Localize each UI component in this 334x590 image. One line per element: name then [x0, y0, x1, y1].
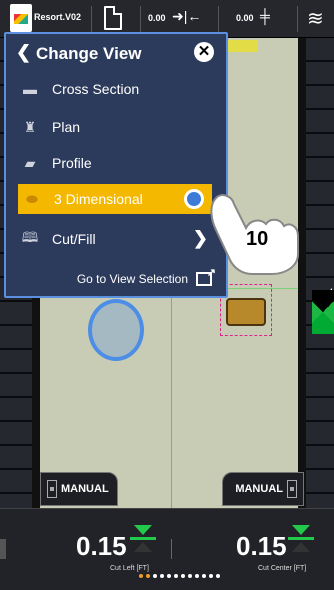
plan-icon: ♜: [23, 118, 37, 135]
manual-left-button[interactable]: MANUAL: [40, 472, 118, 506]
3d-icon: ⬬: [26, 190, 38, 207]
menu-item-cross-section[interactable]: ▬ Cross Section: [16, 74, 222, 104]
manual-right-label: MANUAL: [235, 483, 283, 495]
back-chevron-icon[interactable]: ❮: [16, 42, 31, 63]
layers-icon[interactable]: ≋: [307, 6, 324, 31]
grade-indicator-icon: [312, 290, 334, 334]
cut-center-label: Cut Center [FT]: [258, 565, 307, 572]
project-file-icon[interactable]: [10, 4, 32, 32]
menu-item-profile[interactable]: ▰ Profile: [16, 148, 222, 178]
readout-panel: 0.15 Cut Left [FT] 0.15 Cut Center [FT]: [0, 508, 334, 590]
manual-right-button[interactable]: MANUAL: [222, 472, 304, 506]
book-icon: 🕮: [21, 229, 39, 245]
tap-count: 10: [246, 228, 269, 250]
manual-icon: [287, 480, 297, 498]
target-circle: [88, 299, 144, 361]
project-name[interactable]: Resort.V02: [34, 12, 81, 22]
menu-item-label: Plan: [52, 119, 81, 135]
page-dots[interactable]: [139, 574, 220, 578]
divider: [140, 6, 141, 32]
vertical-offset-icon[interactable]: ╪: [260, 9, 270, 23]
machine-marker: [226, 40, 258, 52]
menu-item-3-dimensional[interactable]: ⬬ 3 Dimensional: [18, 184, 212, 214]
horizontal-offset-value[interactable]: 0.00: [148, 13, 166, 23]
page-icon[interactable]: [104, 6, 122, 30]
cut-center-value[interactable]: 0.15: [236, 531, 287, 562]
vertical-offset-value[interactable]: 0.00: [236, 13, 254, 23]
menu-item-cut-fill[interactable]: 🕮 Cut/Fill ❯: [16, 224, 222, 254]
right-wall: [306, 38, 334, 508]
cut-left-value[interactable]: 0.15: [76, 531, 127, 562]
go-to-view-selection-link[interactable]: Go to View Selection: [16, 266, 216, 292]
menu-item-label: Profile: [52, 155, 92, 171]
link-label: Go to View Selection: [76, 272, 188, 286]
divider: [91, 6, 92, 32]
profile-icon: ▰: [24, 154, 36, 171]
menu-item-label: Cross Section: [52, 81, 140, 97]
menu-title: Change View: [36, 44, 142, 63]
menu-item-label: 3 Dimensional: [54, 191, 143, 207]
layers-stack-icon: [14, 14, 28, 24]
menu-header: ❮ Change View ✕: [6, 40, 226, 66]
cut-left-label: Cut Left [FT]: [110, 565, 149, 572]
machine-icon: [226, 298, 266, 326]
close-icon[interactable]: ✕: [194, 42, 214, 62]
manual-icon: [47, 480, 57, 498]
grade-arrow-icon: [288, 525, 314, 555]
manual-left-label: MANUAL: [61, 483, 109, 495]
menu-item-label: Cut/Fill: [52, 231, 96, 247]
cross-section-icon: ▬: [23, 81, 37, 97]
divider: [171, 539, 172, 559]
divider: [218, 6, 219, 32]
grade-arrow-icon: [130, 525, 156, 555]
horizontal-offset-icon[interactable]: ➜|←: [172, 9, 201, 23]
panel-edge-left: [0, 539, 6, 559]
divider: [297, 6, 298, 32]
menu-item-plan[interactable]: ♜ Plan: [16, 112, 222, 142]
